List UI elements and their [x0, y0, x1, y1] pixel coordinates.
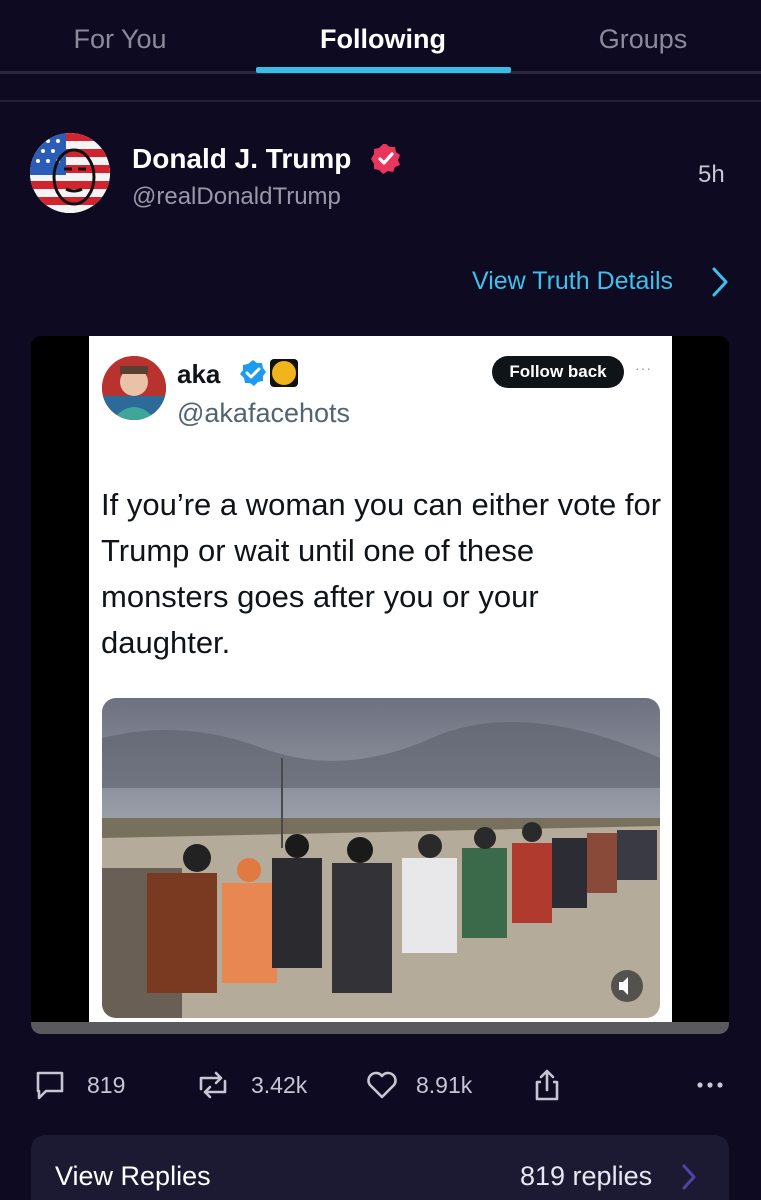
retruth-count: 3.42k	[251, 1072, 308, 1098]
reply-action[interactable]: 819	[33, 1068, 143, 1102]
view-truth-details-link[interactable]: View Truth Details	[472, 267, 673, 296]
view-replies-label: View Replies	[55, 1161, 211, 1191]
video-scrub-bar[interactable]	[31, 1022, 729, 1034]
embedded-tweet-card: aka @akafacehots Follow back ··· If you’…	[89, 336, 672, 1034]
replies-count: 819 replies	[520, 1161, 653, 1191]
view-replies-bar[interactable]: View Replies 819 replies	[31, 1135, 729, 1200]
ellipsis-icon	[697, 1082, 723, 1088]
more-options-action[interactable]	[694, 1068, 728, 1102]
embedded-tweet-avatar	[102, 356, 166, 420]
share-icon	[535, 1069, 559, 1101]
more-options-icon: ···	[635, 360, 652, 376]
like-action[interactable]: 8.91k	[365, 1068, 485, 1102]
verified-badge-icon	[371, 144, 400, 174]
share-action[interactable]	[530, 1068, 564, 1102]
active-tab-indicator	[256, 67, 511, 73]
reply-count: 819	[87, 1072, 126, 1098]
chevron-right-icon	[682, 1164, 696, 1190]
embedded-tweet-text: If you’re a woman you can either vote fo…	[101, 487, 662, 660]
heart-icon	[367, 1071, 397, 1099]
like-count: 8.91k	[416, 1072, 473, 1098]
retruth-icon	[199, 1071, 227, 1099]
follow-back-button: Follow back	[492, 356, 624, 388]
author-handle[interactable]: @realDonaldTrump	[132, 183, 341, 211]
tab-groups[interactable]: Groups	[515, 24, 761, 55]
author-avatar[interactable]	[30, 133, 110, 213]
tab-following[interactable]: Following	[255, 24, 511, 55]
tab-for-you[interactable]: For You	[0, 24, 248, 55]
reply-icon	[36, 1071, 64, 1100]
chevron-right-icon[interactable]	[708, 265, 732, 299]
affiliate-badge-icon	[270, 359, 298, 387]
blue-check-icon	[240, 360, 266, 386]
sound-icon	[611, 970, 643, 1002]
divider	[0, 100, 761, 102]
post-media[interactable]: aka @akafacehots Follow back ··· If you’…	[31, 336, 729, 1034]
embedded-tweet-handle: @akafacehots	[177, 398, 351, 428]
feed-tabs: For You Following Groups	[0, 0, 761, 74]
embedded-tweet-image	[102, 698, 660, 1018]
embedded-tweet-name: aka	[177, 359, 221, 389]
post-timestamp: 5h	[698, 161, 725, 188]
author-name[interactable]: Donald J. Trump	[132, 143, 351, 175]
retruth-action[interactable]: 3.42k	[196, 1068, 326, 1102]
